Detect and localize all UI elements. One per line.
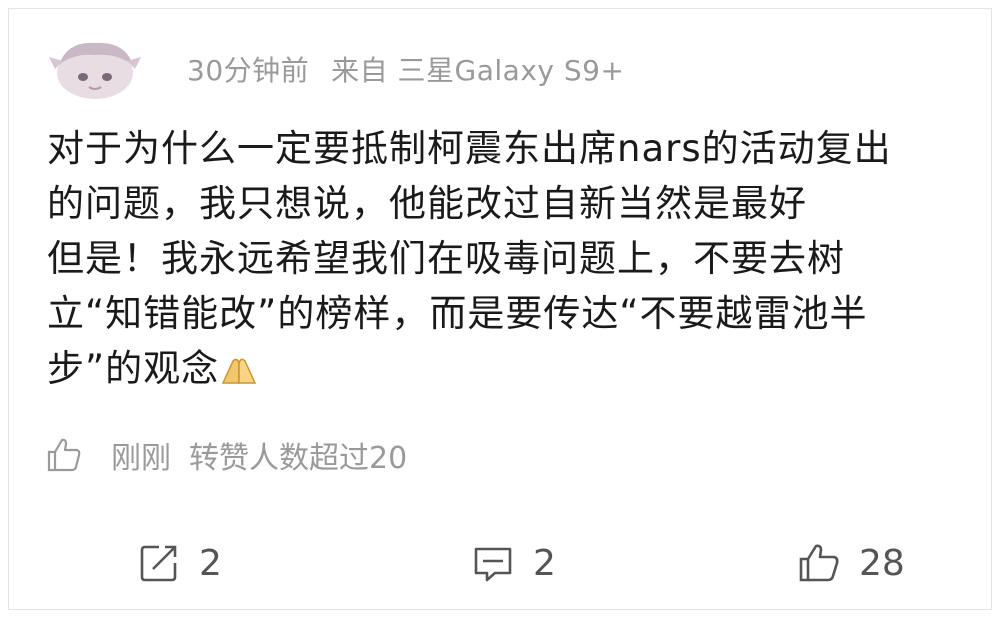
content-line: 步”的观念 bbox=[47, 347, 220, 390]
comment-button[interactable]: 2 bbox=[471, 531, 556, 595]
status-time: 刚刚 bbox=[111, 441, 171, 476]
praying-hands-icon bbox=[222, 358, 257, 384]
post-source[interactable]: 来自 三星Galaxy S9+ bbox=[331, 49, 624, 89]
repost-count: 2 bbox=[199, 542, 222, 584]
content-line: 对于为什么一定要抵制柯震东出席nars的活动复出 bbox=[47, 127, 892, 170]
post-content: 对于为什么一定要抵制柯震东出席nars的活动复出 的问题，我只想说，他能改过自新… bbox=[47, 121, 977, 396]
thumbs-up-outline-icon bbox=[47, 438, 81, 472]
comment-count: 2 bbox=[533, 542, 556, 584]
repost-status: 刚刚 转赞人数超过20 bbox=[45, 433, 407, 477]
repost-icon bbox=[140, 545, 177, 582]
status-text: 转赞人数超过20 bbox=[189, 441, 408, 476]
thumbs-up-icon bbox=[799, 544, 839, 582]
content-line: 的问题，我只想说，他能改过自新当然是最好 bbox=[47, 182, 807, 225]
post-meta: 30分钟前 来自 三星Galaxy S9+ bbox=[187, 49, 624, 89]
like-count: 28 bbox=[859, 542, 905, 584]
like-button[interactable]: 28 bbox=[797, 531, 905, 595]
avatar[interactable] bbox=[47, 35, 143, 103]
content-line: 但是！我永远希望我们在吸毒问题上，不要去树 bbox=[47, 237, 845, 280]
post-time: 30分钟前 bbox=[187, 54, 310, 87]
post-header: 30分钟前 来自 三星Galaxy S9+ bbox=[47, 29, 624, 109]
comment-icon bbox=[474, 547, 512, 582]
avatar-image bbox=[49, 42, 141, 99]
action-bar: 2 2 28 bbox=[9, 531, 993, 595]
weibo-post-card: 30分钟前 来自 三星Galaxy S9+ 对于为什么一定要抵制柯震东出席nar… bbox=[8, 8, 992, 610]
repost-button[interactable]: 2 bbox=[137, 531, 222, 595]
content-line-last: 步”的观念 bbox=[47, 341, 977, 396]
content-line: 立“知错能改”的榜样，而是要传达“不要越雷池半 bbox=[47, 292, 868, 335]
